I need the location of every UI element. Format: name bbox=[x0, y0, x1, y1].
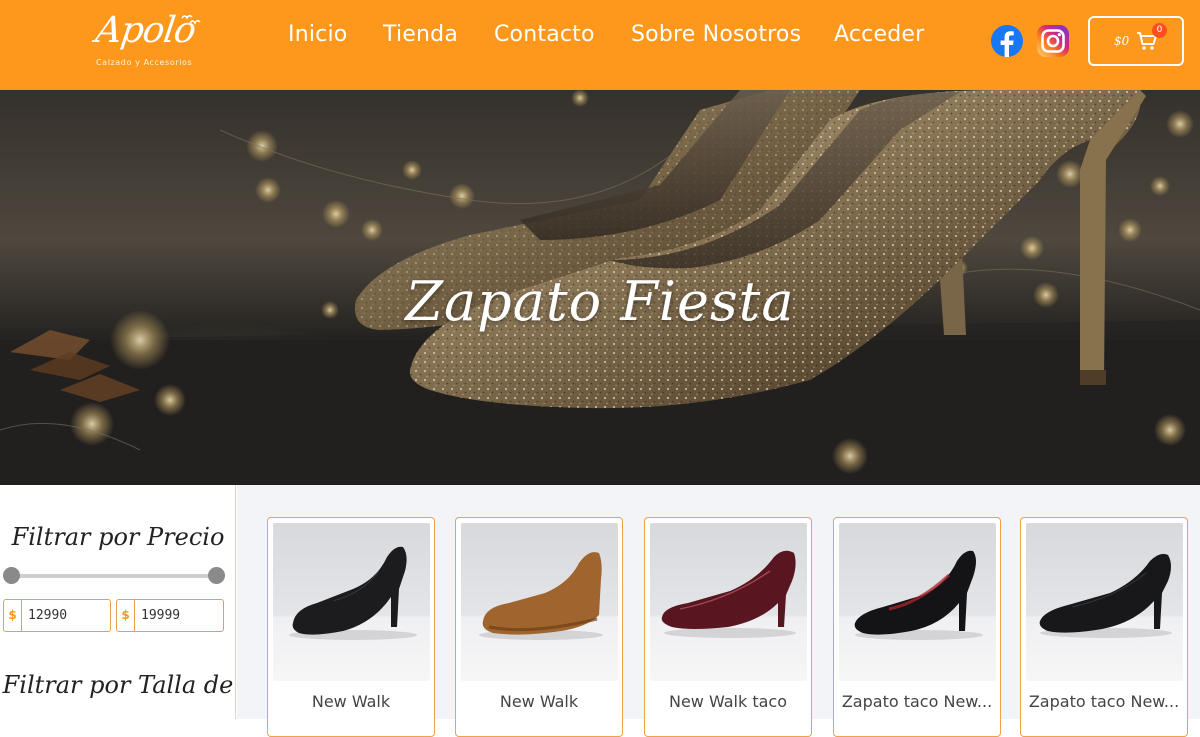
product-image[interactable] bbox=[650, 523, 807, 681]
cart-count-badge: 0 bbox=[1152, 23, 1167, 38]
price-min-handle[interactable] bbox=[3, 567, 20, 584]
product-image[interactable] bbox=[273, 523, 430, 681]
product-name[interactable]: Zapato taco New... bbox=[834, 692, 1000, 711]
max-price-input[interactable]: $ 19999 bbox=[116, 599, 224, 632]
filter-sidebar: Filtrar por Precio $ 12990 $ 19999 Filtr… bbox=[0, 485, 236, 719]
birds-icon bbox=[181, 14, 201, 25]
product-name[interactable]: New Walk bbox=[456, 692, 622, 711]
price-range-track[interactable] bbox=[11, 574, 217, 578]
nav-tienda[interactable]: Tienda bbox=[383, 22, 458, 56]
product-card[interactable]: New Walk taco bbox=[644, 517, 812, 737]
price-filter-title: Filtrar por Precio bbox=[11, 523, 225, 551]
brand-tagline: Calzado y Accesorios bbox=[96, 58, 193, 67]
max-price-value: 19999 bbox=[141, 608, 181, 623]
shoe-image bbox=[479, 552, 603, 640]
product-name[interactable]: New Walk taco bbox=[645, 692, 811, 711]
currency-symbol: $ bbox=[4, 600, 22, 631]
shoe-image bbox=[854, 550, 983, 640]
shoe-image bbox=[661, 550, 796, 638]
product-name[interactable]: Zapato taco New... bbox=[1021, 692, 1187, 711]
product-card[interactable]: New Walk bbox=[455, 517, 623, 737]
product-grid: New Walk New Walk New Walk taco Zapato t… bbox=[237, 485, 1200, 737]
product-card[interactable]: Zapato taco New... bbox=[1020, 517, 1188, 737]
min-price-value: 12990 bbox=[28, 608, 68, 623]
brand-logo[interactable]: Apolo Calzado y Accesorios bbox=[93, 6, 206, 72]
cart-amount: $0 bbox=[1114, 34, 1130, 48]
site-header: Apolo Calzado y Accesorios Inicio Tienda… bbox=[0, 0, 1200, 90]
product-image[interactable] bbox=[1026, 523, 1183, 681]
price-max-handle[interactable] bbox=[208, 567, 225, 584]
product-image[interactable] bbox=[839, 523, 996, 681]
nav-inicio[interactable]: Inicio bbox=[288, 22, 347, 56]
product-card[interactable]: Zapato taco New... bbox=[833, 517, 1001, 737]
hero-banner[interactable]: Zapato Fiesta bbox=[0, 90, 1200, 485]
shoe-image bbox=[289, 546, 417, 640]
nav-acceder[interactable]: Acceder bbox=[834, 22, 924, 56]
cart-button[interactable]: $0 0 bbox=[1088, 16, 1184, 66]
product-name[interactable]: New Walk bbox=[268, 692, 434, 711]
shoe-image bbox=[1039, 553, 1172, 638]
nav-contacto[interactable]: Contacto bbox=[494, 22, 595, 56]
instagram-icon[interactable] bbox=[1036, 24, 1070, 58]
product-card[interactable]: New Walk bbox=[267, 517, 435, 737]
product-image[interactable] bbox=[461, 523, 618, 681]
min-price-input[interactable]: $ 12990 bbox=[3, 599, 111, 632]
nav-sobre-nosotros[interactable]: Sobre Nosotros bbox=[631, 22, 801, 56]
currency-symbol: $ bbox=[117, 600, 135, 631]
facebook-icon[interactable] bbox=[990, 24, 1024, 58]
hero-title: Zapato Fiesta bbox=[405, 270, 795, 333]
size-filter-title: Filtrar por Talla de bbox=[2, 671, 234, 699]
